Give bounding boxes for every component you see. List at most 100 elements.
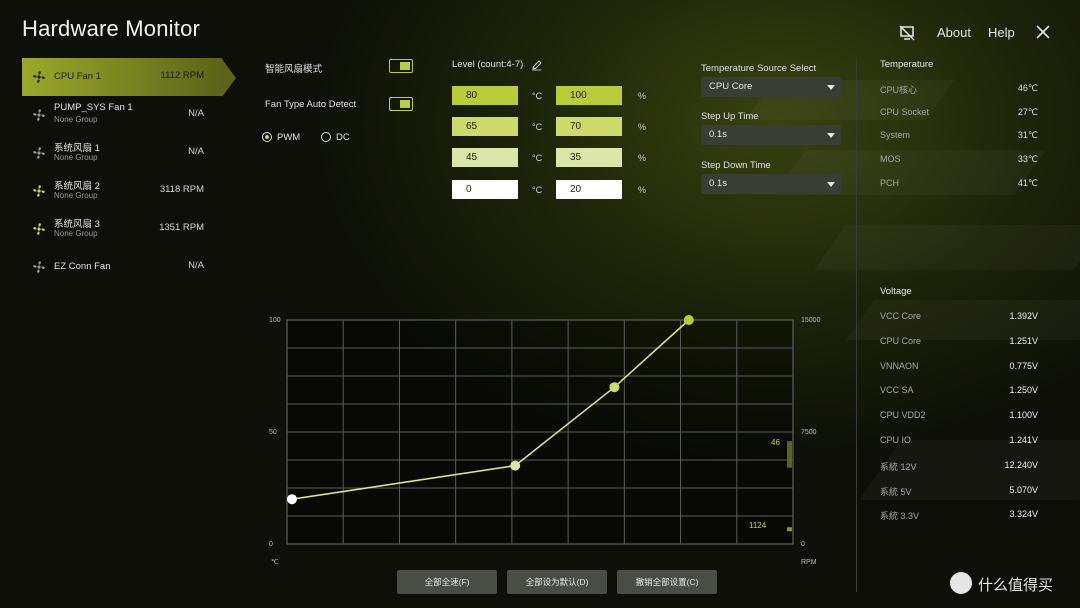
- y2-axis-tick-label: 15000: [801, 317, 821, 324]
- fan-curve-chart[interactable]: 100 50 0 15000 7500 0 ℃ RPM 46 1124: [255, 305, 825, 575]
- smart-mode-label: 智能风扇模式: [265, 64, 323, 75]
- fan-speed: N/A: [188, 108, 204, 119]
- temp-source-label: Temperature Source Select: [701, 63, 817, 74]
- voltage-label: CPU IO: [880, 435, 912, 445]
- curve-point[interactable]: [609, 382, 620, 393]
- fan-name: PUMP_SYS Fan 1: [54, 102, 133, 113]
- close-icon[interactable]: [1036, 25, 1050, 39]
- dc-radio[interactable]: [321, 132, 331, 142]
- selected-arrow: [222, 59, 236, 97]
- y-axis-tick-label: 0: [269, 541, 273, 548]
- temp-unit: °C: [532, 91, 543, 101]
- level-3-speed-input[interactable]: 35: [556, 148, 622, 167]
- step-down-select[interactable]: 0.1s: [701, 174, 841, 194]
- no-monitor-icon[interactable]: [898, 24, 916, 42]
- voltage-value: 1.250V: [1009, 385, 1038, 396]
- voltage-label: 系統 5V: [880, 486, 912, 497]
- level-label: Level (count:4-7): [452, 59, 524, 70]
- y2-axis-tick-label: 7500: [801, 429, 817, 436]
- y-axis-tick-label: 50: [269, 429, 277, 436]
- voltage-value: 0.775V: [1009, 360, 1038, 371]
- current-temp-bar: [787, 440, 792, 468]
- fan-group: None Group: [54, 191, 98, 200]
- app-title: Hardware Monitor: [22, 16, 201, 41]
- y2-axis-tick-label: 0: [801, 541, 805, 548]
- voltage-value: 1.392V: [1009, 311, 1038, 321]
- temperature-value: 46℃: [1017, 83, 1038, 93]
- x-axis-unit: ℃: [271, 559, 279, 566]
- temp-source-value: CPU Core: [709, 81, 753, 92]
- fan-icon: [32, 70, 46, 84]
- temperature-label: MOS: [880, 154, 901, 165]
- level-2-speed-input[interactable]: 70: [556, 117, 622, 136]
- step-down-label: Step Down Time: [701, 160, 771, 171]
- voltage-value: 3.324V: [1009, 509, 1038, 520]
- ez-conn-icon: [32, 260, 46, 274]
- temperature-value: 31℃: [1017, 130, 1038, 141]
- panel-divider: [856, 60, 857, 592]
- level-4-speed-input[interactable]: 20: [556, 180, 622, 199]
- step-down-value: 0.1s: [709, 178, 727, 189]
- step-up-label: Step Up Time: [701, 111, 759, 122]
- rpm-axis-unit: RPM: [801, 559, 817, 566]
- fan-item-pump-sys-fan-1[interactable]: PUMP_SYS Fan 1 None Group N/A: [22, 96, 222, 134]
- help-link[interactable]: Help: [988, 25, 1015, 40]
- fan-group: None Group: [54, 153, 98, 162]
- pct-unit: %: [638, 153, 647, 163]
- level-1-temp-input[interactable]: 80: [452, 86, 518, 105]
- fan-item-cpu-fan-1[interactable]: CPU Fan 1 1112 RPM: [22, 58, 222, 96]
- level-3-temp-input[interactable]: 45: [452, 148, 518, 167]
- auto-detect-toggle[interactable]: [389, 97, 413, 111]
- level-2-temp-input[interactable]: 65: [452, 117, 518, 136]
- voltage-label: 系統 3.3V: [880, 511, 920, 522]
- auto-detect-label: Fan Type Auto Detect: [265, 99, 357, 110]
- chevron-down-icon: [827, 85, 835, 90]
- fan-speed: N/A: [188, 146, 204, 157]
- voltage-label: CPU Core: [880, 335, 922, 346]
- temperature-title: Temperature: [880, 59, 934, 70]
- chevron-down-icon: [827, 182, 835, 187]
- current-rpm-bar: [787, 527, 792, 532]
- temperature-label: CPU Socket: [880, 106, 930, 117]
- about-link[interactable]: About: [937, 25, 971, 40]
- voltage-value: 12.240V: [1004, 459, 1038, 470]
- fan-speed: 1112 RPM: [160, 70, 204, 81]
- fan-icon: [32, 222, 46, 236]
- watermark-logo: [950, 572, 972, 594]
- temperature-label: PCH: [880, 177, 900, 188]
- curve-point[interactable]: [683, 315, 694, 325]
- y-axis-tick-label: 100: [269, 317, 281, 324]
- temp-source-select[interactable]: CPU Core: [701, 77, 841, 97]
- voltage-title: Voltage: [880, 286, 912, 297]
- edit-icon[interactable]: [531, 58, 543, 71]
- cancel-all-settings-button[interactable]: 撤销全部设置(C): [617, 570, 717, 594]
- pump-icon: [32, 108, 46, 122]
- fan-speed: 3118 RPM: [159, 184, 204, 195]
- full-speed-all-button[interactable]: 全部全速(F): [397, 570, 497, 594]
- pct-unit: %: [638, 122, 647, 132]
- fan-group: None Group: [54, 115, 98, 124]
- voltage-label: VCC Core: [880, 311, 922, 321]
- level-1-speed-input[interactable]: 100: [556, 86, 622, 105]
- smart-mode-toggle[interactable]: [389, 59, 413, 73]
- voltage-value: 5.070V: [1009, 484, 1038, 495]
- fan-icon: [32, 146, 46, 160]
- voltage-value: 1.251V: [1009, 335, 1038, 346]
- fan-item-ez-conn-fan[interactable]: EZ Conn Fan N/A: [22, 248, 222, 286]
- voltage-value: 1.241V: [1009, 435, 1038, 445]
- pwm-radio[interactable]: [262, 132, 272, 142]
- level-4-temp-input[interactable]: 0: [452, 180, 518, 199]
- voltage-value: 1.100V: [1009, 410, 1038, 421]
- fan-speed: 1351 RPM: [159, 222, 204, 233]
- fan-item-system-fan-3[interactable]: 系统风扇 3 None Group 1351 RPM: [22, 210, 222, 248]
- fan-speed: N/A: [188, 260, 204, 271]
- set-default-all-button[interactable]: 全部设为默认(D): [507, 570, 607, 594]
- voltage-label: VCC SA: [880, 385, 914, 396]
- fan-item-system-fan-2[interactable]: 系统风扇 2 None Group 3118 RPM: [22, 172, 222, 210]
- curve-point[interactable]: [510, 460, 521, 471]
- curve-point[interactable]: [287, 494, 297, 505]
- temperature-label: CPU核心: [880, 85, 918, 95]
- current-temp-label: 46: [771, 438, 780, 447]
- fan-item-system-fan-1[interactable]: 系统风扇 1 None Group N/A: [22, 134, 222, 172]
- step-up-select[interactable]: 0.1s: [701, 125, 841, 145]
